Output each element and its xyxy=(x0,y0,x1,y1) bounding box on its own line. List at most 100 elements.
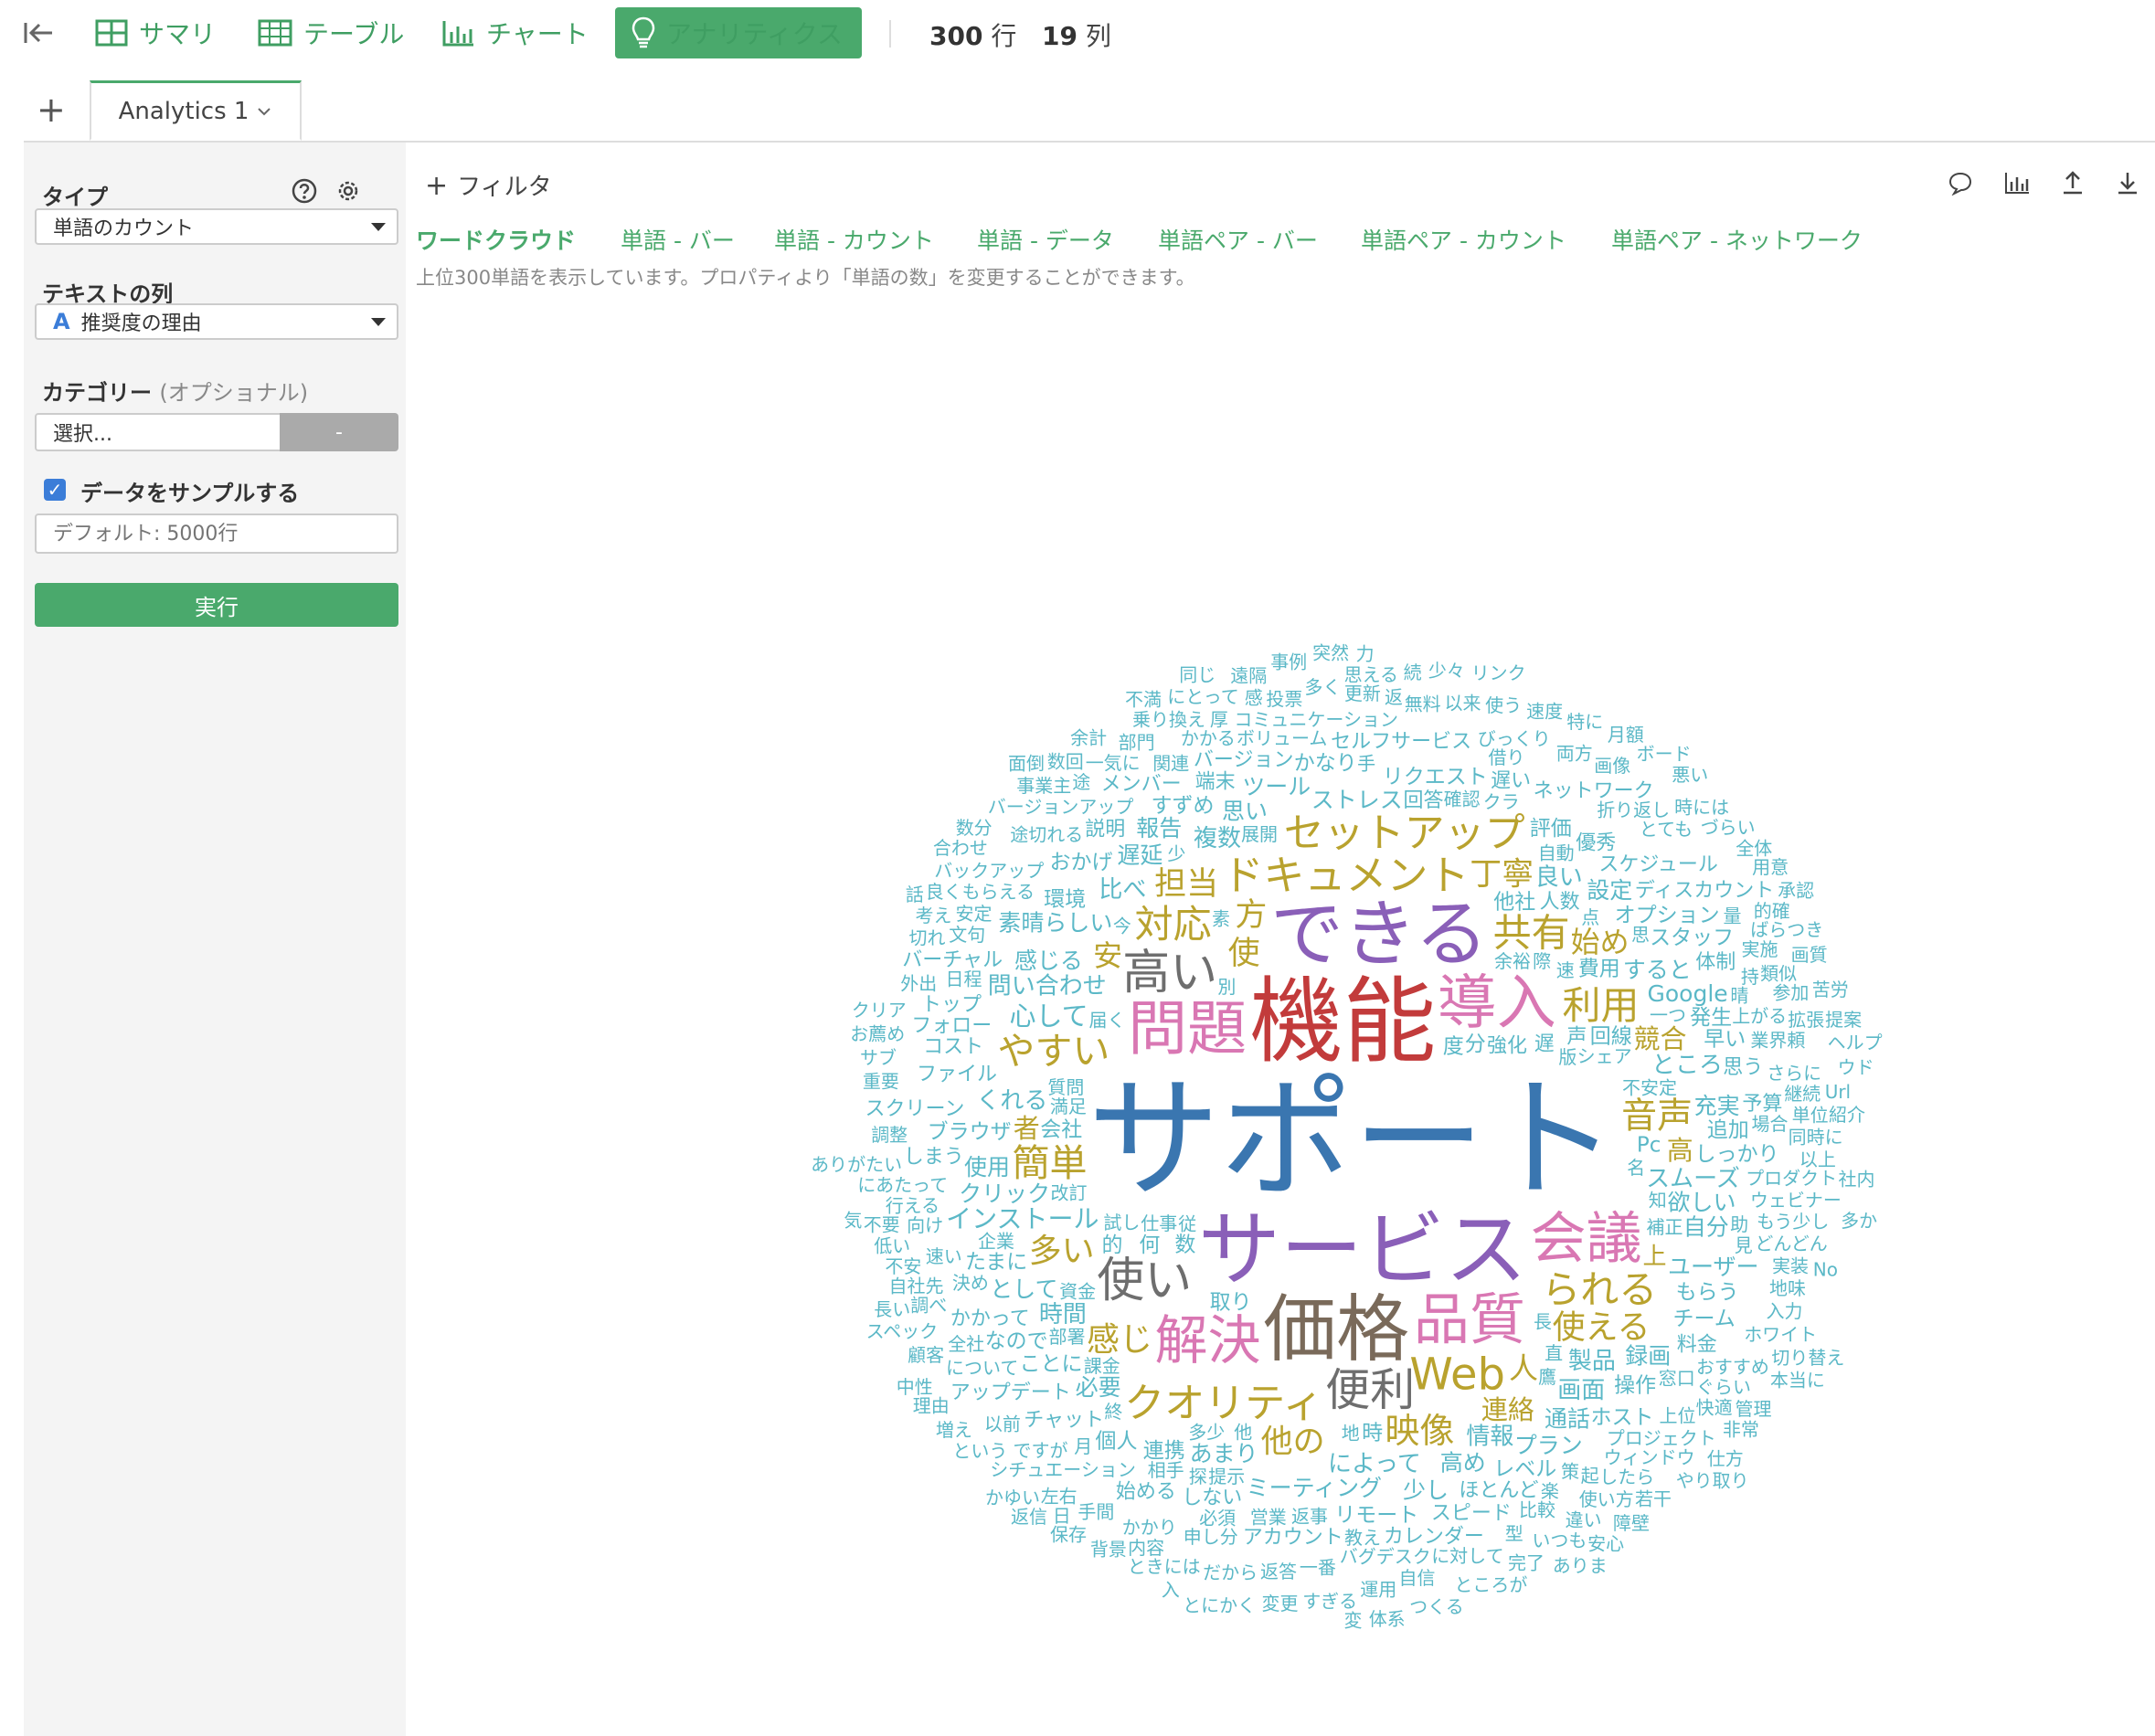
chart-view-icon[interactable] xyxy=(2003,170,2031,196)
wordcloud-word: とにかく xyxy=(1183,1594,1256,1616)
wordcloud-word: できる xyxy=(1270,892,1488,977)
wordcloud-word: 管理 xyxy=(1736,1398,1772,1420)
wordcloud-word: 際 xyxy=(1533,950,1551,972)
wordcloud-word: しまう xyxy=(904,1146,964,1169)
wordcloud-word: 使い xyxy=(1097,1254,1192,1308)
wordcloud-word: 上 xyxy=(1642,1244,1666,1271)
wordcloud-word: 会議 xyxy=(1531,1206,1642,1271)
subtab-word-bar[interactable]: 単語 - バー xyxy=(621,223,735,256)
wordcloud-word: 切れ xyxy=(909,927,946,949)
wordcloud-word: 素晴らしい xyxy=(998,909,1112,936)
subtab-wordpair-count[interactable]: 単語ペア - カウント xyxy=(1361,223,1566,256)
category-select[interactable]: 選択... xyxy=(35,413,318,451)
wordcloud-word: 不満 xyxy=(1125,688,1162,710)
sample-checkbox[interactable]: ✓ xyxy=(44,479,66,501)
wordcloud-word: 事例 xyxy=(1270,651,1307,673)
chevron-down-icon[interactable] xyxy=(256,106,272,117)
wordcloud-word: 突然 xyxy=(1312,642,1349,664)
nav-table[interactable]: テーブル xyxy=(258,7,404,58)
subtab-wordpair-bar[interactable]: 単語ペア - バー xyxy=(1158,223,1318,256)
wordcloud-word: 違い xyxy=(1566,1508,1602,1530)
wordcloud-word: 余計 xyxy=(1070,726,1107,748)
wordcloud-word: 途切れる xyxy=(1010,824,1083,846)
subtab-word-count[interactable]: 単語 - カウント xyxy=(774,223,934,256)
wordcloud-word: チャット xyxy=(1024,1409,1104,1432)
subtab-wordpair-network[interactable]: 単語ペア - ネットワーク xyxy=(1611,223,1863,256)
wordcloud-word: ストレス xyxy=(1311,787,1403,813)
wordcloud-word: かかる xyxy=(1181,727,1236,749)
wordcloud-word: 地味 xyxy=(1769,1277,1806,1299)
wordcloud-word: にあたって xyxy=(857,1174,948,1196)
category-select-value: 選択... xyxy=(53,423,112,446)
wordcloud-word: 日 xyxy=(1053,1505,1071,1527)
wordcloud-word: コミュニケーション xyxy=(1234,709,1398,731)
wordcloud-word: 他社 xyxy=(1493,890,1535,914)
wordcloud-word: 左右 xyxy=(1041,1486,1078,1508)
wordcloud-word: おかげ xyxy=(1050,851,1113,874)
wordcloud-word: 自分 xyxy=(1683,1213,1729,1240)
help-icon[interactable] xyxy=(291,177,318,205)
wordcloud-word: 始め xyxy=(1571,925,1630,959)
subtab-wordcloud[interactable]: ワードクラウド xyxy=(416,223,576,256)
wordcloud-word: しない xyxy=(1182,1487,1242,1509)
wordcloud-word: 必須 xyxy=(1199,1508,1236,1530)
nav-summary[interactable]: サマリ xyxy=(95,7,216,58)
wordcloud-word: 始める xyxy=(1116,1481,1176,1504)
category-clear-button[interactable]: - xyxy=(280,413,398,451)
wordcloud-word: 返信 xyxy=(1011,1506,1047,1528)
download-icon[interactable] xyxy=(2115,170,2140,196)
wordcloud-word: 良くもらえる xyxy=(926,881,1035,903)
wordcloud-word: 窓口 xyxy=(1659,1368,1695,1390)
wordcloud-word: 画面 xyxy=(1557,1377,1605,1404)
text-column-select[interactable]: A 推奨度の理由 xyxy=(35,303,398,340)
wordcloud-word: 体系 xyxy=(1369,1608,1406,1630)
wordcloud-word: 続 xyxy=(1404,662,1422,683)
gear-icon[interactable] xyxy=(334,177,362,205)
run-button[interactable]: 実行 xyxy=(35,583,398,627)
type-label: タイプ xyxy=(42,185,108,210)
wordcloud-word: 見 xyxy=(1735,1234,1753,1256)
wordcloud-word: 理由 xyxy=(913,1395,950,1417)
wordcloud-word: 便利 xyxy=(1325,1364,1415,1416)
type-select[interactable]: 単語のカウント xyxy=(35,208,398,245)
sample-size-input[interactable] xyxy=(35,513,398,554)
wordcloud-word: 事業主 xyxy=(1016,775,1071,797)
wordcloud-word: トップ xyxy=(921,993,982,1016)
wordcloud-word: 部門 xyxy=(1119,732,1155,754)
wordcloud-word: 追加 xyxy=(1707,1118,1749,1142)
toolbar-divider xyxy=(889,20,891,48)
subtab-word-data[interactable]: 単語 - データ xyxy=(977,223,1114,256)
wordcloud-word: 気 xyxy=(844,1209,862,1231)
wordcloud-word: 起 xyxy=(1581,1465,1599,1487)
wordcloud-word: 内容 xyxy=(1128,1537,1164,1559)
wordcloud-word: 仕方 xyxy=(1707,1448,1744,1470)
wordcloud-word: 者 xyxy=(1014,1113,1040,1144)
wordcloud-word: 少し xyxy=(1403,1477,1449,1504)
add-tab-button[interactable]: + xyxy=(37,90,66,130)
wordcloud-word: 対応 xyxy=(1135,902,1212,947)
collapse-panel-button[interactable] xyxy=(18,7,69,58)
wordcloud-word: 背景 xyxy=(1090,1538,1127,1560)
wordcloud-word: ミーティング xyxy=(1247,1475,1383,1501)
wordcloud-word: 非常 xyxy=(1723,1419,1759,1441)
wordcloud-word: 使用 xyxy=(964,1154,1010,1180)
sample-label: データをサンプルする xyxy=(80,481,300,506)
wordcloud-word: サービス xyxy=(1198,1201,1527,1297)
add-filter-button[interactable]: + フィルタ xyxy=(425,168,552,202)
wordcloud-word: クラ xyxy=(1483,791,1520,813)
wordcloud-word: スタッフ xyxy=(1650,926,1734,950)
comment-icon[interactable] xyxy=(1947,170,1974,196)
tab-analytics-1[interactable]: Analytics 1 xyxy=(90,80,302,141)
nav-analytics[interactable]: アナリティクス xyxy=(615,7,862,58)
wordcloud-word: 操作 xyxy=(1614,1374,1656,1398)
wordcloud-word: 若干 xyxy=(1635,1488,1672,1510)
upload-icon[interactable] xyxy=(2060,170,2086,196)
wordcloud-word: かかり xyxy=(1122,1517,1177,1539)
wordcloud-word: ウェビナー xyxy=(1750,1190,1842,1212)
wordcloud-word: 度 xyxy=(1443,1035,1464,1059)
category-optional: (オプショナル) xyxy=(159,380,309,406)
nav-chart[interactable]: チャート xyxy=(442,7,589,58)
wordcloud-word: 人数 xyxy=(1540,891,1580,914)
tab-analytics-1-label: Analytics 1 xyxy=(118,97,249,125)
wordcloud-word: 分 xyxy=(1465,1032,1486,1056)
